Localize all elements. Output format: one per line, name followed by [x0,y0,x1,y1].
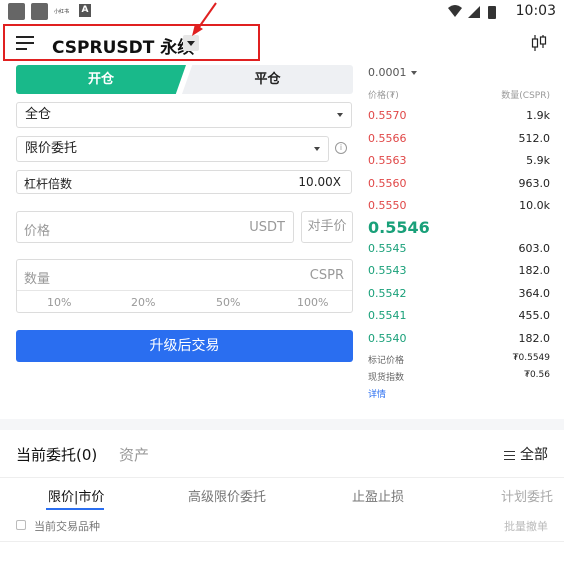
caret-down-icon [314,147,320,151]
upgrade-trade-button[interactable]: 升级后交易 [16,330,353,362]
bid-row[interactable]: 0.5540 182.0 [368,332,550,354]
leverage-value: 10.00X [298,175,341,189]
details-link[interactable]: 详情 [368,387,386,400]
percent-50-button[interactable]: 50% [216,296,240,309]
notification-icon [31,3,48,20]
ask-row[interactable]: 0.5560 963.0 [368,177,550,199]
price-column-header: 价格(₮) [368,91,399,101]
subtab-limit-market[interactable]: 限价|市价 [48,486,104,505]
annotation-arrow-icon [192,2,217,36]
index-price-label: 现货指数 [368,373,405,383]
ask-qty: 10.0k [519,199,550,212]
bid-qty: 603.0 [518,242,551,255]
bid-price: 0.5545 [368,242,407,255]
tab-assets[interactable]: 资产 [119,444,149,465]
counter-price-button[interactable]: 对手价 [301,211,353,243]
position-tabs: 开仓 平仓 [16,65,353,94]
tab-open-position[interactable]: 开仓 [16,65,186,94]
bid-qty: 364.0 [518,287,551,300]
section-divider [0,419,564,430]
bid-row[interactable]: 0.5543 182.0 [368,264,550,286]
current-symbol-checkbox[interactable] [16,520,26,530]
candlestick-chart-icon[interactable] [530,34,548,52]
order-type-select[interactable]: 限价委托 [16,136,329,162]
list-icon [504,450,515,460]
quantity-input[interactable]: 数量 CSPR 10% 20% 50% 100% [16,259,353,313]
notification-app-label: 小红书 [54,9,70,15]
bid-price: 0.5541 [368,309,407,322]
battery-icon [488,6,496,19]
ask-row[interactable]: 0.5566 512.0 [368,132,550,154]
price-input[interactable]: 价格 USDT [16,211,294,243]
bid-price: 0.5543 [368,264,407,277]
bid-qty: 182.0 [518,332,551,345]
bid-price: 0.5542 [368,287,407,300]
percent-10-button[interactable]: 10% [47,296,71,309]
caret-down-icon [337,113,343,117]
tab-close-position[interactable]: 平仓 [182,65,353,94]
bid-row[interactable]: 0.5541 455.0 [368,309,550,331]
leverage-label: 杠杆倍数 [24,177,73,191]
status-bar: 小红书 A 10:03 [0,0,564,24]
price-placeholder: 价格 [24,224,51,239]
ask-qty: 1.9k [526,109,550,122]
quantity-placeholder: 数量 [24,272,51,287]
bid-qty: 455.0 [518,309,551,322]
quantity-column-header: 数量(CSPR) [501,91,550,101]
margin-mode-select[interactable]: 全仓 [16,102,352,128]
price-unit: USDT [249,220,285,235]
ask-price: 0.5550 [368,199,407,212]
a-icon: A [79,4,91,17]
quantity-unit: CSPR [309,268,344,283]
divider [0,541,564,542]
ask-row[interactable]: 0.5570 1.9k [368,109,550,131]
clock: 10:03 [515,3,556,19]
wifi-icon [448,5,462,17]
batch-cancel-button[interactable]: 批量撤单 [504,518,548,534]
precision-value: 0.0001 [368,66,407,79]
mark-price-row: 标记价格 ₮0.5549 [368,353,550,366]
order-type-value: 限价委托 [25,141,78,156]
subtab-advanced-limit[interactable]: 高级限价委托 [188,486,266,505]
bid-row[interactable]: 0.5542 364.0 [368,287,550,309]
percent-20-button[interactable]: 20% [131,296,155,309]
signal-icon [468,6,480,18]
percent-100-button[interactable]: 100% [297,296,328,309]
divider [17,290,352,291]
ask-price: 0.5566 [368,132,407,145]
precision-select[interactable]: 0.0001 [368,66,417,79]
divider [0,477,564,478]
leverage-field[interactable]: 杠杆倍数 10.00X [16,170,352,194]
bid-price: 0.5540 [368,332,407,345]
index-price-row: 现货指数 ₮0.56 [368,370,550,383]
all-orders-label: 全部 [520,447,548,463]
last-price[interactable]: 0.5546 [368,218,430,237]
subtab-tp-sl[interactable]: 止盈止损 [352,486,404,505]
caret-down-icon [410,71,417,75]
system-status-icons [448,5,496,19]
tab-current-orders[interactable]: 当前委托(0) [16,444,97,465]
ask-row[interactable]: 0.5563 5.9k [368,154,550,176]
ask-qty: 512.0 [518,132,551,145]
mark-price-label: 标记价格 [368,356,405,366]
ask-qty: 5.9k [526,154,550,167]
notification-icon [8,3,25,20]
bid-row[interactable]: 0.5545 603.0 [368,242,550,264]
info-icon[interactable]: i [335,142,347,154]
active-tab-indicator [46,508,104,510]
ask-qty: 963.0 [518,177,551,190]
bid-qty: 182.0 [518,264,551,277]
current-symbol-label: 当前交易品种 [34,520,100,533]
ask-price: 0.5563 [368,154,407,167]
subtab-plan-orders[interactable]: 计划委托 [501,486,553,505]
ask-price: 0.5560 [368,177,407,190]
margin-mode-value: 全仓 [25,107,52,122]
all-orders-button[interactable]: 全部 [504,444,548,464]
annotation-highlight-box [3,24,260,61]
mark-price-value: ₮0.5549 [512,353,550,363]
ask-price: 0.5570 [368,109,407,122]
index-price-value: ₮0.56 [524,370,550,380]
